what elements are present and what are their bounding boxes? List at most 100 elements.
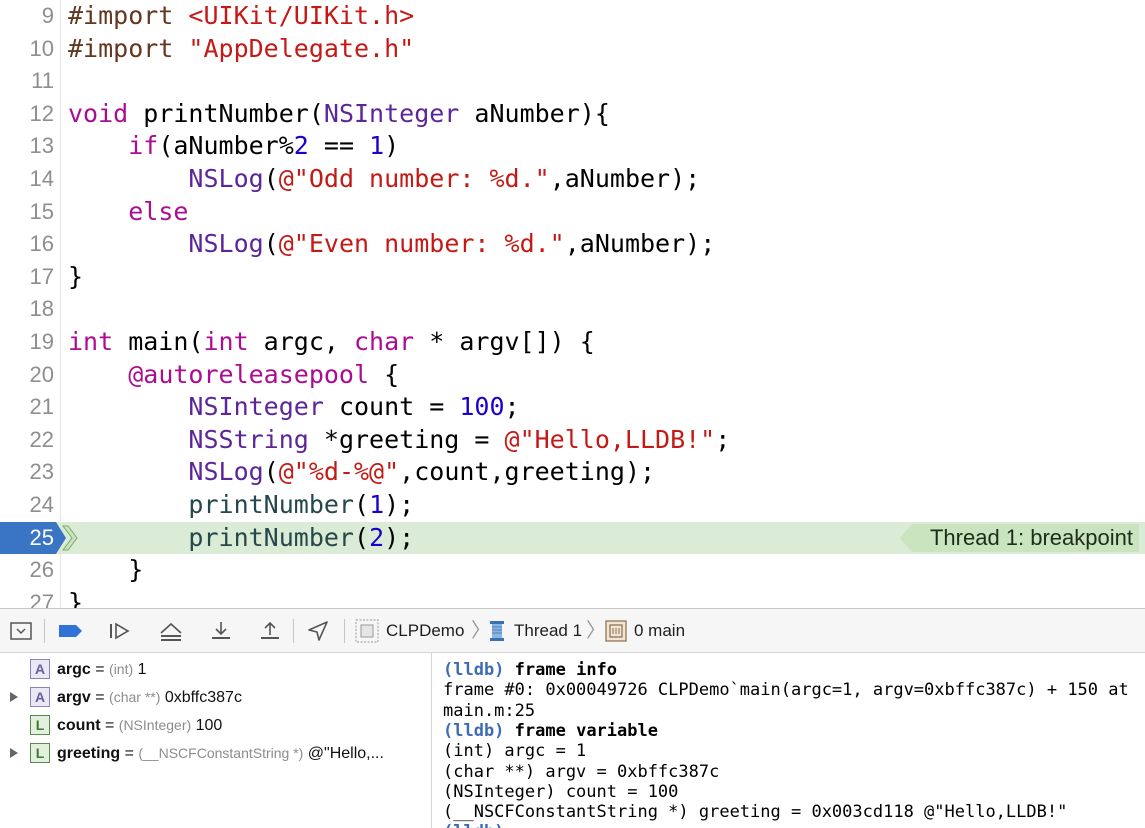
breakpoints-toggle-icon[interactable] <box>58 619 84 643</box>
line-number[interactable]: 26 <box>0 554 54 586</box>
line-number[interactable]: 12 <box>0 98 54 130</box>
line-number[interactable]: 18 <box>0 293 54 325</box>
hide-debug-area-icon[interactable] <box>8 619 34 643</box>
code-line[interactable]: 23 NSLog(@"%d-%@",count,greeting); <box>0 456 1145 488</box>
line-number[interactable]: 15 <box>0 196 54 228</box>
code-line[interactable]: 15 else <box>0 196 1145 228</box>
breadcrumb-frame[interactable]: 0 main <box>605 619 685 643</box>
code-token: ); <box>384 490 415 519</box>
code-line[interactable]: 16 NSLog(@"Even number: %d.",aNumber); <box>0 228 1145 260</box>
code-line[interactable]: 26 } <box>0 554 1145 586</box>
continue-icon[interactable] <box>107 619 133 643</box>
breadcrumb-thread[interactable]: Thread 1 <box>487 619 582 643</box>
variable-row[interactable]: Aargv = (char **) 0xbffc387c <box>0 683 431 711</box>
code-line[interactable]: 24 printNumber(1); <box>0 489 1145 521</box>
line-number[interactable]: 19 <box>0 326 54 358</box>
code-line[interactable]: 14 NSLog(@"Odd number: %d.",aNumber); <box>0 163 1145 195</box>
variable-row[interactable]: Lcount = (NSInteger) 100 <box>0 711 431 739</box>
code-token: @autoreleasepool <box>128 359 370 389</box>
variable-name: argv <box>57 689 91 706</box>
variable-row[interactable]: Aargc = (int) 1 <box>0 655 431 683</box>
step-over-icon[interactable] <box>158 619 184 643</box>
code-line[interactable]: 21 NSInteger count = 100; <box>0 391 1145 423</box>
disclosure-triangle-icon[interactable] <box>10 692 18 702</box>
lldb-console[interactable]: (lldb) frame info frame #0: 0x00049726 CL… <box>432 653 1145 828</box>
breadcrumb-app-label: CLPDemo <box>386 621 465 640</box>
lldb-prompt: (lldb) <box>443 660 505 680</box>
code-token: 1 <box>369 490 385 519</box>
debug-bar: CLPDemo 〉 Thread 1 〉 0 main <box>0 608 1145 653</box>
line-number[interactable]: 10 <box>0 33 54 65</box>
code-line[interactable]: 10 #import "AppDelegate.h" <box>0 33 1145 65</box>
code-token: main( <box>113 327 204 356</box>
line-number[interactable]: 13 <box>0 130 54 162</box>
code-text: if(aNumber%2 == 1) <box>68 130 399 162</box>
variable-type: (__NSCFConstantString *) <box>138 745 304 761</box>
code-token: <UIKit/UIKit.h> <box>188 1 415 30</box>
source-editor[interactable]: 9 #import <UIKit/UIKit.h> 10 #import "AppDe… <box>0 0 1145 608</box>
code-token: (aNumber% <box>158 131 294 161</box>
line-number[interactable]: 27 <box>0 587 54 608</box>
lldb-command: frame info <box>514 660 618 680</box>
code-line[interactable]: 18 <box>0 293 1145 325</box>
line-number[interactable]: 25 <box>0 522 54 554</box>
variable-type: (int) <box>109 661 134 677</box>
variable-row[interactable]: Lgreeting = (__NSCFConstantString *) @"H… <box>0 739 431 767</box>
code-line[interactable]: 27} <box>0 587 1145 608</box>
line-number[interactable]: 11 <box>0 65 54 97</box>
app-target-icon <box>355 619 379 643</box>
code-line[interactable]: 9 #import <UIKit/UIKit.h> <box>0 0 1145 32</box>
code-token: argc, <box>248 327 354 356</box>
variable-type: (NSInteger) <box>118 717 192 733</box>
line-number[interactable]: 24 <box>0 489 54 521</box>
local-variable-icon: L <box>30 715 50 735</box>
disclosure-triangle-icon[interactable] <box>10 748 18 758</box>
stack-frame-icon <box>605 620 627 642</box>
code-token: char <box>353 327 415 356</box>
code-token: @"Hello,LLDB!" <box>504 424 716 454</box>
code-line[interactable]: 12 void printNumber(NSInteger aNumber){ <box>0 98 1145 130</box>
code-line[interactable]: 19 int main(int argc, char * argv[]) { <box>0 326 1145 358</box>
breadcrumb-app[interactable]: CLPDemo <box>355 619 464 643</box>
line-number[interactable]: 9 <box>0 0 54 32</box>
code-line[interactable]: 17} <box>0 261 1145 293</box>
code-token: "AppDelegate.h" <box>188 33 415 63</box>
step-into-icon[interactable] <box>208 619 234 643</box>
code-line[interactable]: 20 @autoreleasepool { <box>0 359 1145 391</box>
code-token: ; <box>715 424 731 454</box>
code-token: ,count,greeting); <box>399 457 656 487</box>
line-number[interactable]: 14 <box>0 163 54 195</box>
line-number[interactable]: 20 <box>0 359 54 391</box>
variable-name: count <box>57 717 101 734</box>
code-token: 2 <box>293 131 309 161</box>
thread-icon <box>487 620 507 642</box>
code-line[interactable]: 13 if(aNumber%2 == 1) <box>0 130 1145 162</box>
console-command-line: (lldb) frame variable <box>443 721 658 741</box>
code-text: NSString *greeting = @"Hello,LLDB!"; <box>68 424 730 456</box>
lldb-prompt: (lldb) <box>443 720 505 741</box>
step-out-icon[interactable] <box>257 619 283 643</box>
code-line[interactable]: 22 NSString *greeting = @"Hello,LLDB!"; <box>0 424 1145 456</box>
line-number[interactable]: 16 <box>0 228 54 260</box>
line-number[interactable]: 23 <box>0 456 54 488</box>
breakpoint-badge[interactable]: Thread 1: breakpoint <box>899 523 1139 552</box>
simulate-location-icon[interactable] <box>305 619 331 643</box>
code-token: NSLog <box>188 457 264 487</box>
code-text: } <box>68 554 143 586</box>
argument-icon: A <box>30 659 50 679</box>
line-number[interactable]: 22 <box>0 424 54 456</box>
code-line[interactable]: 11 <box>0 65 1145 97</box>
code-token: NSLog <box>188 164 264 193</box>
line-number[interactable]: 21 <box>0 391 54 423</box>
variables-view[interactable]: Aargc = (int) 1 Aargv = (char **) 0xbffc3… <box>0 653 432 828</box>
code-token: aNumber){ <box>459 98 610 128</box>
code-token: count = <box>323 392 460 422</box>
line-number[interactable]: 17 <box>0 261 54 293</box>
code-token: printNumber( <box>128 98 324 128</box>
code-token: 2 <box>369 522 385 552</box>
code-line-current[interactable]: 25 printNumber(2); Thread 1: breakpoint <box>0 521 1145 554</box>
code-token: ( <box>263 229 279 259</box>
